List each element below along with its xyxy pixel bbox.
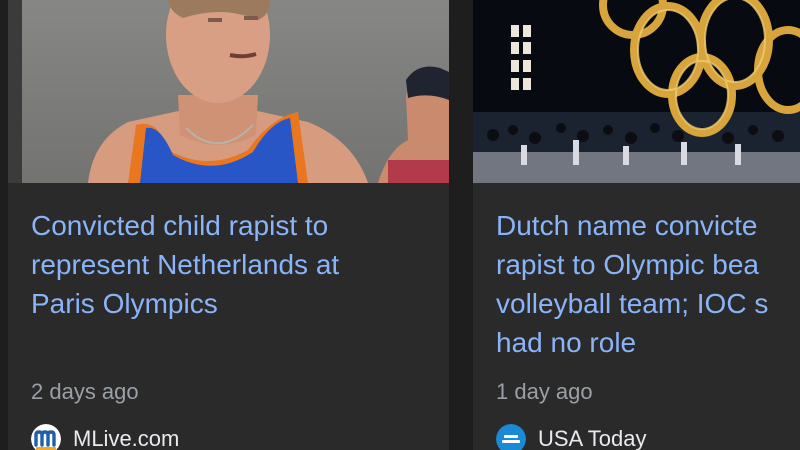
headline-line: rapist to Olympic bea (496, 249, 759, 280)
source-name: USA Today (538, 426, 647, 450)
headline-line: Dutch name convicte (496, 210, 758, 241)
headline-line: Paris Olympics (31, 288, 218, 319)
mlive-logo-icon (31, 424, 61, 450)
article-headline[interactable]: Dutch name convicte rapist to Olympic be… (496, 206, 768, 362)
news-card[interactable]: Dutch name convicte rapist to Olympic be… (473, 0, 800, 450)
article-timestamp: 2 days ago (31, 379, 139, 404)
headline-line: represent Netherlands at (31, 249, 340, 280)
news-card[interactable]: Convicted child rapist to represent Neth… (8, 0, 449, 450)
headline-line: volleyball team; IOC s (496, 288, 769, 319)
headline-line: had no role (496, 327, 637, 358)
news-carousel: Convicted child rapist to represent Neth… (0, 0, 800, 450)
article-thumbnail-olympic-rings-photo[interactable] (473, 0, 800, 183)
article-source[interactable]: MLive.com (31, 424, 179, 450)
athlete-photo-image (8, 0, 449, 183)
article-thumbnail-athlete-photo[interactable] (8, 0, 449, 183)
headline-line: Convicted child rapist to (31, 210, 329, 241)
source-name: MLive.com (73, 426, 180, 450)
olympic-rings-photo-image (473, 0, 800, 183)
article-headline[interactable]: Convicted child rapist to represent Neth… (31, 206, 339, 323)
article-source[interactable]: USA Today (496, 424, 646, 450)
usa-today-logo-icon (496, 424, 526, 450)
article-timestamp: 1 day ago (496, 379, 593, 404)
